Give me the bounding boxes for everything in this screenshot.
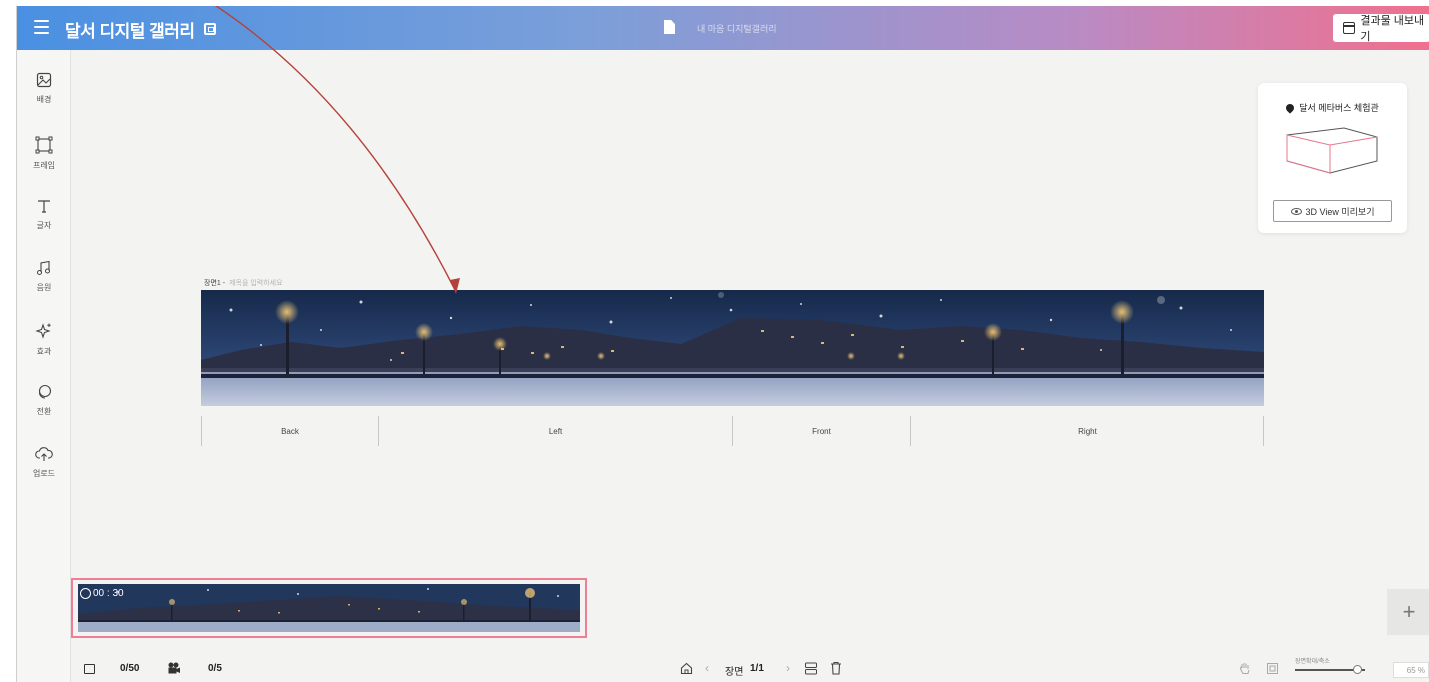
zoom-label: 장면확대/축소 bbox=[1295, 659, 1330, 665]
sidebar-item-label: 업로드 bbox=[32, 469, 56, 478]
winter-night-bridge-image bbox=[201, 290, 1264, 406]
image-icon bbox=[36, 72, 52, 88]
top-header: 달서 디지털 갤러리 내 마음 디지털갤러리 결과물 내보내기 bbox=[17, 6, 1429, 50]
thumbnail-picture bbox=[78, 584, 580, 632]
transition-icon bbox=[38, 384, 52, 399]
app-window: 달서 디지털 갤러리 내 마음 디지털갤러리 결과물 내보내기 배경 프레임 글… bbox=[16, 6, 1429, 682]
location-pin-icon bbox=[1284, 102, 1296, 114]
sidebar-item-effect[interactable]: 효과 bbox=[17, 322, 71, 357]
sidebar-item-label: 음원 bbox=[36, 283, 52, 292]
video-count: 0/5 bbox=[208, 663, 222, 674]
zoom-slider-handle[interactable] bbox=[1353, 665, 1362, 674]
prev-scene-icon[interactable]: ‹ bbox=[705, 661, 709, 675]
document-name[interactable]: 내 마음 디지털갤러리 bbox=[697, 22, 777, 35]
sidebar-item-label: 효과 bbox=[36, 347, 52, 356]
document-icon bbox=[664, 20, 675, 34]
sidebar-item-label: 프레임 bbox=[32, 161, 56, 170]
metaverse-title: 달서 메타버스 체험관 bbox=[1258, 101, 1407, 114]
menu-icon[interactable] bbox=[34, 20, 49, 34]
upload-icon bbox=[35, 447, 53, 461]
sidebar-item-background[interactable]: 배경 bbox=[17, 72, 71, 105]
scene-thumbnail[interactable]: 00 : 30 bbox=[71, 578, 587, 638]
image-count: 0/50 bbox=[120, 663, 140, 674]
image-count-icon bbox=[84, 664, 95, 674]
face-divider bbox=[1263, 416, 1264, 446]
bottom-toolbar: 0/50 0/5 ‹ 장면 1/1 › 장면확대/축소 65 % bbox=[71, 656, 1429, 682]
metaverse-card: 달서 메타버스 체험관 3D View 미리보기 bbox=[1258, 83, 1407, 233]
sidebar-item-transition[interactable]: 전환 bbox=[17, 384, 71, 417]
hand-tool-icon[interactable] bbox=[1239, 661, 1251, 675]
sidebar-item-music[interactable]: 음원 bbox=[17, 260, 71, 293]
panorama-image[interactable] bbox=[201, 290, 1264, 406]
next-scene-icon[interactable]: › bbox=[786, 661, 790, 675]
sidebar-item-label: 글자 bbox=[36, 221, 52, 230]
face-left: Left bbox=[378, 416, 732, 446]
panorama-face-labels: Back Left Front Right bbox=[201, 416, 1264, 446]
scene-title-input[interactable]: 제목을 입력하세요 bbox=[229, 280, 282, 287]
scene-label-text: 장면 bbox=[725, 667, 744, 678]
sidebar-item-text[interactable]: 글자 bbox=[17, 198, 71, 231]
cube-room-icon bbox=[1286, 127, 1378, 174]
scene-page: 1/1 bbox=[750, 663, 764, 674]
sidebar-item-frame[interactable]: 프레임 bbox=[17, 136, 71, 171]
export-button[interactable]: 결과물 내보내기 bbox=[1333, 14, 1429, 43]
metaverse-title-text: 달서 메타버스 체험관 bbox=[1299, 103, 1379, 113]
music-icon bbox=[37, 260, 50, 275]
export-label: 결과물 내보내기 bbox=[1360, 15, 1425, 43]
face-back: Back bbox=[201, 416, 378, 446]
frame-icon bbox=[35, 136, 53, 154]
scene-duration: 00 : 30 bbox=[80, 588, 124, 599]
3d-view-button[interactable]: 3D View 미리보기 bbox=[1273, 200, 1392, 222]
duplicate-scene-icon[interactable] bbox=[804, 662, 818, 675]
duration-text: 00 : 30 bbox=[93, 588, 124, 599]
export-icon bbox=[1343, 22, 1356, 34]
zoom-value[interactable]: 65 % bbox=[1393, 662, 1429, 678]
trash-icon[interactable] bbox=[830, 661, 842, 675]
sidebar-item-label: 배경 bbox=[36, 95, 52, 104]
timer-icon bbox=[80, 588, 91, 599]
fit-screen-icon[interactable] bbox=[1266, 662, 1279, 675]
video-count-icon bbox=[168, 662, 180, 674]
home-icon[interactable] bbox=[680, 662, 693, 675]
thumbnail-image: 00 : 30 bbox=[78, 584, 580, 632]
eye-icon bbox=[1290, 207, 1302, 215]
sidebar-item-label: 전환 bbox=[36, 407, 52, 416]
sparkle-icon bbox=[35, 323, 51, 339]
tool-sidebar: 배경 프레임 글자 음원 효과 전환 업로드 bbox=[17, 50, 71, 682]
scene-label: 장면1 - 제목을 입력하세요 bbox=[204, 278, 283, 288]
save-icon[interactable] bbox=[204, 23, 216, 35]
face-right: Right bbox=[910, 416, 1264, 446]
add-scene-button[interactable]: + bbox=[1387, 589, 1429, 635]
scene-number: 장면1 - bbox=[204, 280, 226, 287]
text-icon bbox=[38, 200, 50, 213]
3d-view-label: 3D View 미리보기 bbox=[1305, 206, 1375, 217]
app-title: 달서 디지털 갤러리 bbox=[65, 22, 195, 41]
face-front: Front bbox=[732, 416, 910, 446]
sidebar-item-upload[interactable]: 업로드 bbox=[17, 446, 71, 479]
